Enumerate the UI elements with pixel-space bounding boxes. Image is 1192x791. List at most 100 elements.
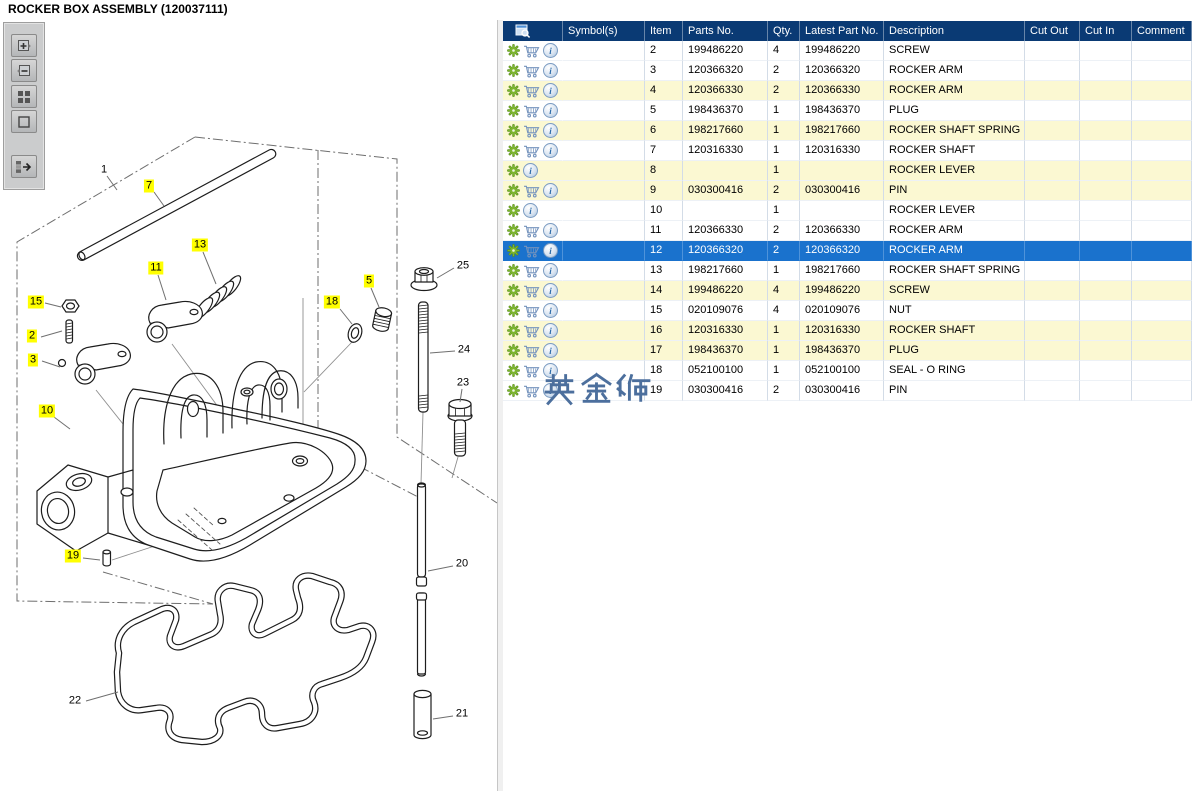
column-header-symbols[interactable]: Symbol(s) [563, 21, 645, 41]
cart-icon[interactable] [523, 184, 540, 198]
column-header-cut_in[interactable]: Cut In [1080, 21, 1132, 41]
info-icon[interactable]: i [523, 163, 538, 178]
cart-icon[interactable] [523, 84, 540, 98]
table-row[interactable]: i131982176601198217660ROCKER SHAFT SPRIN… [503, 261, 1192, 281]
diagram-callout-7[interactable]: 7 [144, 180, 154, 193]
diagram-callout-2[interactable]: 2 [27, 330, 37, 343]
table-row[interactable]: i150201090764020109076NUT [503, 301, 1192, 321]
diagram-callout-13[interactable]: 13 [192, 239, 208, 252]
info-icon[interactable]: i [543, 263, 558, 278]
gear-icon[interactable] [507, 264, 520, 277]
gear-icon[interactable] [507, 384, 520, 397]
diagram-callout-20[interactable]: 20 [454, 558, 470, 571]
gear-icon[interactable] [507, 104, 520, 117]
table-row[interactable]: i111203663302120366330ROCKER ARM [503, 221, 1192, 241]
table-row[interactable]: i121203663202120366320ROCKER ARM [503, 241, 1192, 261]
info-icon[interactable]: i [543, 303, 558, 318]
table-row[interactable]: i141994862204199486220SCREW [503, 281, 1192, 301]
table-row[interactable]: i171984363701198436370PLUG [503, 341, 1192, 361]
diagram-callout-19[interactable]: 19 [65, 550, 81, 563]
info-icon[interactable]: i [543, 63, 558, 78]
info-icon[interactable]: i [543, 103, 558, 118]
gear-icon[interactable] [507, 44, 520, 57]
cart-icon[interactable] [523, 144, 540, 158]
gear-icon[interactable] [507, 64, 520, 77]
gear-icon[interactable] [507, 184, 520, 197]
diagram-callout-22[interactable]: 22 [67, 695, 83, 708]
gear-icon[interactable] [507, 284, 520, 297]
column-header-qty[interactable]: Qty. [768, 21, 800, 41]
gear-icon[interactable] [507, 164, 520, 177]
diagram-callout-11[interactable]: 11 [148, 262, 163, 275]
diagram-callout-10[interactable]: 10 [39, 405, 55, 418]
cart-icon[interactable] [523, 284, 540, 298]
cart-icon[interactable] [523, 244, 540, 258]
table-row[interactable]: i161203163301120316330ROCKER SHAFT [503, 321, 1192, 341]
gear-icon[interactable] [507, 364, 520, 377]
diagram-callout-24[interactable]: 24 [456, 344, 472, 357]
diagram-callout-5[interactable]: 5 [364, 275, 374, 288]
diagram-callout-18[interactable]: 18 [324, 296, 340, 309]
gear-icon[interactable] [507, 144, 520, 157]
info-icon[interactable]: i [543, 363, 558, 378]
table-row[interactable]: i41203663302120366330ROCKER ARM [503, 81, 1192, 101]
cart-icon[interactable] [523, 364, 540, 378]
column-header-cut_out[interactable]: Cut Out [1025, 21, 1080, 41]
table-row[interactable]: i51984363701198436370PLUG [503, 101, 1192, 121]
cart-icon[interactable] [523, 344, 540, 358]
info-icon[interactable]: i [523, 203, 538, 218]
layout-panels-button[interactable] [11, 155, 37, 178]
info-icon[interactable]: i [543, 83, 558, 98]
gear-icon[interactable] [507, 204, 520, 217]
info-icon[interactable]: i [543, 143, 558, 158]
info-icon[interactable]: i [543, 343, 558, 358]
gear-icon[interactable] [507, 124, 520, 137]
diagram-callout-23[interactable]: 23 [455, 377, 471, 390]
gear-icon[interactable] [507, 244, 520, 257]
table-row[interactable]: i81ROCKER LEVER [503, 161, 1192, 181]
table-row[interactable]: i31203663202120366320ROCKER ARM [503, 61, 1192, 81]
cart-icon[interactable] [523, 44, 540, 58]
column-header-parts_no[interactable]: Parts No. [683, 21, 768, 41]
table-row[interactable]: i61982176601198217660ROCKER SHAFT SPRING [503, 121, 1192, 141]
cart-icon[interactable] [523, 324, 540, 338]
diagram-callout-3[interactable]: 3 [28, 354, 38, 367]
info-icon[interactable]: i [543, 323, 558, 338]
column-header-item[interactable]: Item [645, 21, 683, 41]
zoom-out-button[interactable] [11, 59, 37, 82]
diagram-callout-25[interactable]: 25 [455, 260, 471, 273]
cart-icon[interactable] [523, 304, 540, 318]
gear-icon[interactable] [507, 324, 520, 337]
info-icon[interactable]: i [543, 223, 558, 238]
info-icon[interactable]: i [543, 43, 558, 58]
info-icon[interactable]: i [543, 183, 558, 198]
diagram-callout-1[interactable]: 1 [99, 164, 109, 177]
table-row[interactable]: i71203163301120316330ROCKER SHAFT [503, 141, 1192, 161]
gear-icon[interactable] [507, 224, 520, 237]
column-header-description[interactable]: Description [884, 21, 1025, 41]
table-row[interactable]: i190303004162030300416PIN [503, 381, 1192, 401]
gear-icon[interactable] [507, 344, 520, 357]
zoom-in-button[interactable] [11, 34, 37, 57]
cart-icon[interactable] [523, 384, 540, 398]
cart-icon[interactable] [523, 224, 540, 238]
table-row[interactable]: i101ROCKER LEVER [503, 201, 1192, 221]
zoom-selection-button[interactable] [11, 85, 37, 108]
info-icon[interactable]: i [543, 383, 558, 398]
gear-icon[interactable] [507, 304, 520, 317]
column-header-comment[interactable]: Comment [1132, 21, 1192, 41]
cart-icon[interactable] [523, 64, 540, 78]
table-row[interactable]: i180521001001052100100SEAL - O RING [503, 361, 1192, 381]
diagram-callout-21[interactable]: 21 [454, 708, 470, 721]
column-header-latest_part_no[interactable]: Latest Part No. [800, 21, 884, 41]
fit-view-button[interactable] [11, 110, 37, 133]
info-icon[interactable]: i [543, 243, 558, 258]
table-row[interactable]: i21994862204199486220SCREW [503, 41, 1192, 61]
column-header-icons[interactable] [503, 21, 563, 41]
cart-icon[interactable] [523, 264, 540, 278]
gear-icon[interactable] [507, 84, 520, 97]
cart-icon[interactable] [523, 104, 540, 118]
info-icon[interactable]: i [543, 123, 558, 138]
info-icon[interactable]: i [543, 283, 558, 298]
table-row[interactable]: i90303004162030300416PIN [503, 181, 1192, 201]
